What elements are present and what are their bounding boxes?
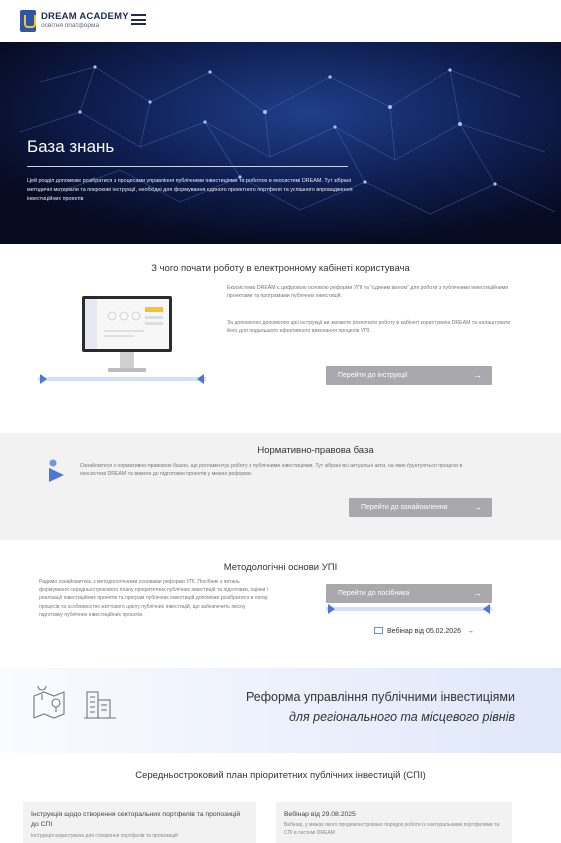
- trident-logo-icon[interactable]: [20, 10, 36, 32]
- brand-name[interactable]: DREAM ACADEMY: [41, 11, 129, 22]
- reform-subtitle: для регіонального та місцевого рівнів: [289, 710, 515, 724]
- getting-started-heading: З чого почати роботу в електронному кабі…: [151, 263, 410, 274]
- getting-started-paragraph-2: За допомогою допомогою цієї інструкції в…: [227, 320, 511, 335]
- brand-subtitle: освітня платформа: [41, 22, 100, 29]
- getting-started-paragraph-1: Екосистема DREAM є цифровою основою рефо…: [227, 285, 509, 300]
- calendar-icon: [374, 627, 383, 634]
- decorative-slider-method: [326, 604, 492, 614]
- go-to-manual-label: Перейти до посібника: [338, 590, 410, 597]
- city-buildings-icon: [84, 691, 116, 719]
- hero-description: Цей розділ допоможе розібратися з процес…: [27, 178, 353, 202]
- methodology-paragraph: Радимо ознайомитись з методологічними ос…: [39, 579, 268, 618]
- webinar-link[interactable]: Вебінар від 05.02.2026 →: [374, 627, 474, 635]
- spi-webinar-card-text: Вебінар, у межах якого продемонстровано …: [284, 822, 500, 836]
- spi-heading: Середньостроковий план пріоритетних публ…: [135, 770, 426, 781]
- slider-right-handle-icon: [197, 374, 204, 384]
- spi-instruction-card-title: Інструкція щодо створення секторальних п…: [31, 811, 241, 828]
- hero-banner: База знань Цей розділ допоможе розібрати…: [0, 42, 561, 244]
- map-pins-icon: [33, 686, 65, 719]
- arrow-right-icon: →: [473, 588, 482, 598]
- hero-divider: [27, 166, 348, 167]
- go-to-review-label: Перейти до ознайомлення: [361, 504, 448, 511]
- spi-webinar-card[interactable]: Вебінар від 29.08.2025 Вебінар, у межах …: [276, 802, 512, 843]
- spi-instruction-card[interactable]: Інструкція щодо створення секторальних п…: [23, 802, 256, 843]
- go-to-review-button[interactable]: Перейти до ознайомлення →: [349, 498, 492, 517]
- go-to-manual-button[interactable]: Перейти до посібника →: [326, 584, 492, 603]
- hamburger-menu-icon[interactable]: [131, 14, 146, 25]
- legal-base-heading: Нормативно-правова база: [257, 445, 374, 456]
- spi-instruction-card-text: Інструкція користувача для створення пор…: [31, 833, 178, 839]
- methodology-heading: Методологічні основи УПІ: [223, 562, 338, 573]
- webinar-link-label: Вебінар від 05.02.2026: [387, 628, 461, 635]
- arrow-right-icon: →: [473, 502, 482, 512]
- decorative-slider-start: [38, 374, 206, 384]
- slider-left-handle-icon: [328, 604, 335, 614]
- legal-base-paragraph: Ознайомтеся з нормативно-правовою базою,…: [80, 463, 463, 478]
- arrow-right-icon: →: [473, 370, 482, 380]
- reform-title: Реформа управління публічними інвестиція…: [246, 690, 515, 704]
- site-header: DREAM ACADEMY освітня платформа: [0, 0, 561, 42]
- arrow-right-icon: →: [466, 628, 474, 635]
- document-pin-icon: [49, 459, 64, 482]
- slider-right-handle-icon: [483, 604, 490, 614]
- spi-webinar-card-title: Вебінар від 29.08.2025: [284, 811, 356, 818]
- slider-left-handle-icon: [40, 374, 47, 384]
- go-to-instruction-label: Перейти до інструкції: [338, 372, 408, 379]
- go-to-instruction-button[interactable]: Перейти до інструкції →: [326, 366, 492, 385]
- page-title: База знань: [27, 137, 115, 156]
- monitor-illustration: [82, 296, 172, 372]
